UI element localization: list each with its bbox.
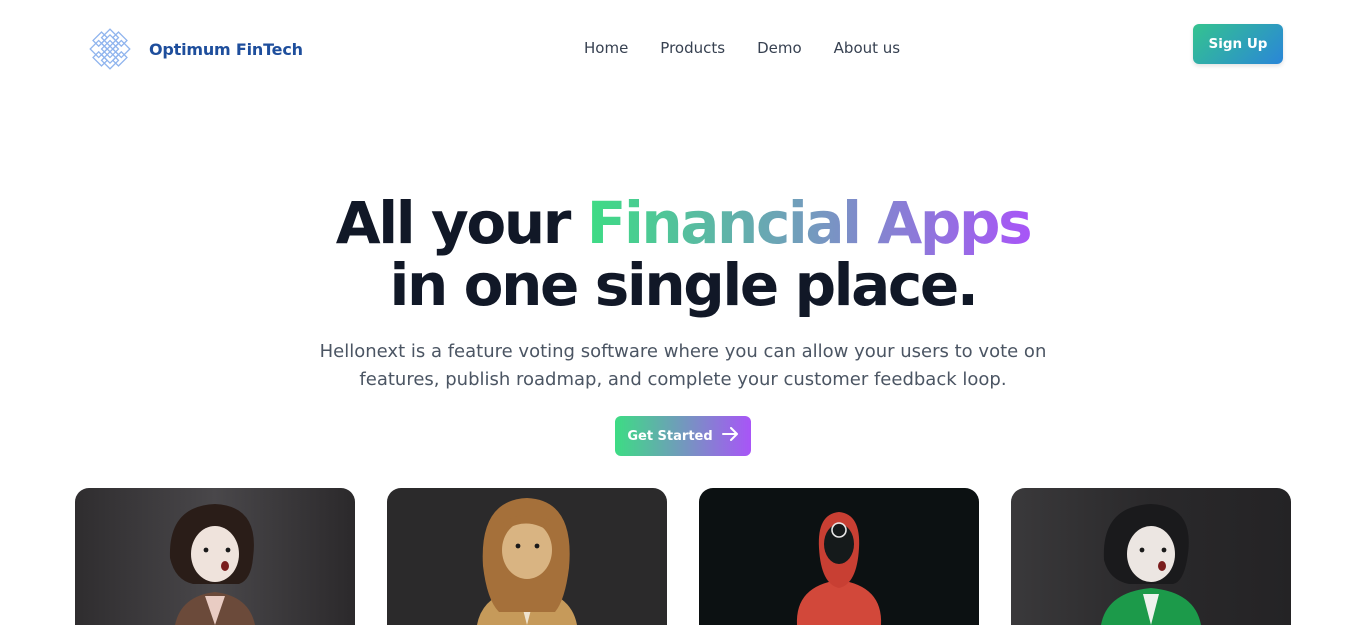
- nav-link-about-us[interactable]: About us: [834, 38, 900, 58]
- avatar-card[interactable]: [387, 488, 667, 625]
- avatar-card[interactable]: [1011, 488, 1291, 625]
- avatar-image-brown-hair: [75, 488, 355, 625]
- hero-title-highlight: Financial Apps: [586, 189, 1033, 257]
- avatar-card[interactable]: [699, 488, 979, 625]
- brand-name: Optimum FinTech: [149, 39, 303, 59]
- main-nav: Home Products Demo About us: [584, 38, 932, 58]
- hero-title-before: All your: [335, 189, 587, 257]
- arrow-right-icon: [721, 427, 739, 445]
- interlaced-knot-logo-icon: [89, 28, 131, 70]
- avatar-card[interactable]: [75, 488, 355, 625]
- avatar-image-red-hooded-guard: [699, 488, 979, 625]
- nav-link-demo[interactable]: Demo: [757, 38, 802, 58]
- avatar-image-black-hair-green-jacket: [1011, 488, 1291, 625]
- nav-link-home[interactable]: Home: [584, 38, 628, 58]
- brand-logo[interactable]: Optimum FinTech: [78, 23, 303, 75]
- sign-up-button[interactable]: Sign Up: [1193, 24, 1283, 64]
- hero-subtitle: Hellonext is a feature voting software w…: [319, 341, 1047, 390]
- hero-title-after: in one single place.: [389, 251, 979, 319]
- hero-title: All your Financial Apps in one single pl…: [0, 192, 1366, 316]
- avatar-image-blonde-hair: [387, 488, 667, 625]
- get-started-button[interactable]: Get Started: [615, 416, 751, 456]
- get-started-label: Get Started: [627, 428, 713, 444]
- nav-link-products[interactable]: Products: [660, 38, 725, 58]
